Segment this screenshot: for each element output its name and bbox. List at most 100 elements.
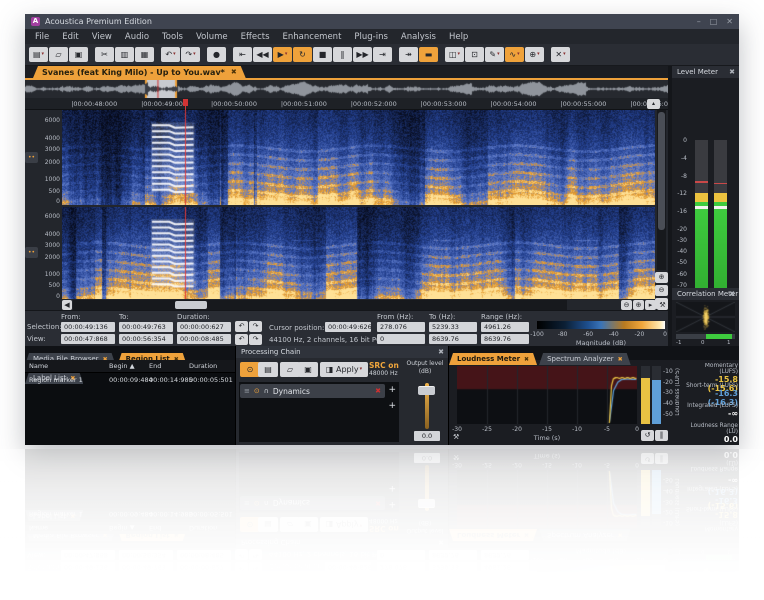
from-hz-field[interactable]: 278.076 [377,322,425,332]
draw-tool-dropdown-icon[interactable]: ▾ [497,52,500,57]
menu-plugins[interactable]: Plug-ins [354,32,388,42]
region-cell[interactable]: 00:00:05:501 [189,376,233,384]
close-button[interactable]: ✕ [726,14,733,29]
multi-tool-button[interactable]: ✕ ▾ [551,47,570,62]
skip-end-button[interactable]: ⇥ [373,47,392,62]
new-file-dropdown-icon[interactable]: ▾ [42,52,45,57]
vertical-scrollbar[interactable] [657,110,666,270]
play-dropdown-icon[interactable]: ▾ [285,52,288,57]
column-header-duration[interactable]: Duration [189,362,217,370]
spectrogram-channel-2[interactable] [62,207,655,299]
selection-duration-field[interactable]: 00:00:00:627 [177,322,231,332]
save-button[interactable]: ▣ [69,47,88,62]
time-select-tool-button[interactable]: ◫ ▾ [445,47,464,62]
loudness-wrench-icon[interactable]: ⚒ [453,433,459,441]
time-ruler[interactable]: |00:00:48:000 |00:00:49:000 |00:00:50:000 |… [25,98,676,110]
chain-save-button[interactable]: ▣ [298,362,318,377]
chain-power-button[interactable]: ⊙ [240,362,260,377]
region-cell[interactable]: 00:00:14:985 [149,376,193,384]
channel-2-button[interactable]: •• [25,247,38,258]
cut-button[interactable]: ✂ [95,47,114,62]
pause-button[interactable]: ‖ [333,47,352,62]
redo-button[interactable]: ↷ ▾ [181,47,200,62]
play-button[interactable]: ▶ ▾ [273,47,292,62]
multi-tool-dropdown-icon[interactable]: ▾ [563,52,566,57]
scroll-right-button[interactable]: ▸ [645,300,656,310]
rewind-button[interactable]: ◀◀ [253,47,272,62]
view-from-field[interactable]: 00:00:47:868 [61,334,115,344]
channel-1-button[interactable]: •• [25,152,38,163]
zoom-out-vertical-button[interactable]: ⊖ [655,285,668,296]
remove-effect-icon[interactable]: ✖ [375,387,381,395]
spectrogram-channel-1[interactable] [62,110,655,205]
view-to-field[interactable]: 00:00:56:354 [119,334,173,344]
correlation-meter-close-icon[interactable]: ✖ [729,288,735,300]
headphones-icon[interactable]: ∩ [264,387,269,395]
copy-button[interactable]: ▥ [115,47,134,62]
view-duration-field[interactable]: 00:00:08:485 [177,334,231,344]
menu-volume[interactable]: Volume [196,32,228,42]
follow-playhead-button[interactable]: ↠ [399,47,418,62]
add-effect-button[interactable]: + [388,385,396,395]
effect-row-dynamics[interactable]: ≡ ⊙ ∩ Dynamics ✖ [240,384,385,398]
maximize-button[interactable]: □ [710,14,718,29]
waveform-overview[interactable] [25,80,668,98]
selection-to-field[interactable]: 00:00:49:763 [119,322,173,332]
playhead-cursor-flag[interactable] [182,99,188,110]
chain-clipboard-button[interactable]: ▤ [258,362,278,377]
column-header-end[interactable]: End [149,362,161,370]
selection-redo-button[interactable]: ↷ [249,321,262,332]
fast-forward-button[interactable]: ▶▶ [353,47,372,62]
selection-from-field[interactable]: 00:00:49:136 [61,322,115,332]
document-tab[interactable]: Svanes (feat King Milo) - Up to You.wav*… [33,66,246,78]
menu-tools[interactable]: Tools [162,32,183,42]
menu-help[interactable]: Help [449,32,468,42]
apply-button[interactable]: ◨ Apply ▾ [320,362,368,377]
stop-button[interactable]: ■ [313,47,332,62]
loop-button[interactable]: ↻ [293,47,312,62]
undo-button[interactable]: ↶ ▾ [161,47,180,62]
tab-close-icon[interactable]: ✖ [231,68,237,76]
column-header-name[interactable]: Name [29,362,48,370]
menu-file[interactable]: File [35,32,49,42]
minimize-button[interactable]: – [697,14,701,29]
range-hz-field[interactable]: 4961.26 [481,322,529,332]
output-level-value[interactable]: 0.0 [414,431,440,441]
to-hz-field[interactable]: 5239.33 [429,322,477,332]
region-cell[interactable]: 00:00:09:484 [109,376,153,384]
undo-dropdown-icon[interactable]: ▾ [173,52,176,57]
view-from-hz-field[interactable]: 0 [377,334,425,344]
zoom-tool-button[interactable]: ⊕ ▾ [525,47,544,62]
paste-button[interactable]: ▦ [135,47,154,62]
tab-close-icon[interactable]: ✖ [524,356,529,363]
chain-open-button[interactable]: ▱ [280,362,300,377]
processing-chain-close-icon[interactable]: ✖ [438,346,444,358]
level-meter-close-icon[interactable]: ✖ [729,66,735,78]
zoom-tool-dropdown-icon[interactable]: ▾ [537,52,540,57]
menu-edit[interactable]: Edit [62,32,78,42]
record-button[interactable]: ● [207,47,226,62]
loudness-pause-button[interactable]: ‖ [655,430,668,441]
ruler-options-button[interactable]: ▴ [647,99,660,109]
menu-analysis[interactable]: Analysis [401,32,436,42]
column-header-begin[interactable]: Begin ▲ [109,362,135,370]
view-to-hz-field[interactable]: 8639.76 [429,334,477,344]
region-cell[interactable]: Region marker 1 [29,376,83,384]
new-file-button[interactable]: ▤ ▾ [29,47,48,62]
zoom-in-button[interactable]: ⊕ [633,300,644,310]
skip-start-button[interactable]: ⇤ [233,47,252,62]
menu-audio[interactable]: Audio [125,32,149,42]
selection-undo-button[interactable]: ↶ [235,321,248,332]
view-redo-button[interactable]: ↷ [249,334,262,345]
view-undo-button[interactable]: ↶ [235,334,248,345]
harmonic-select-tool-button[interactable]: ∿ ▾ [505,47,524,62]
output-level-slider-handle[interactable] [418,386,435,395]
spectrogram-settings-wrench-icon[interactable]: ⚒ [657,300,668,310]
horizontal-scrollbar[interactable] [73,300,567,310]
tab-spectrum-analyzer[interactable]: Spectrum Analyzer ✖ [539,353,631,365]
time-select-tool-dropdown-icon[interactable]: ▾ [458,52,461,57]
open-file-button[interactable]: ▱ [49,47,68,62]
loudness-reset-button[interactable]: ↺ [641,430,654,441]
zoom-in-vertical-button[interactable]: ⊕ [655,272,668,283]
menu-view[interactable]: View [92,32,112,42]
